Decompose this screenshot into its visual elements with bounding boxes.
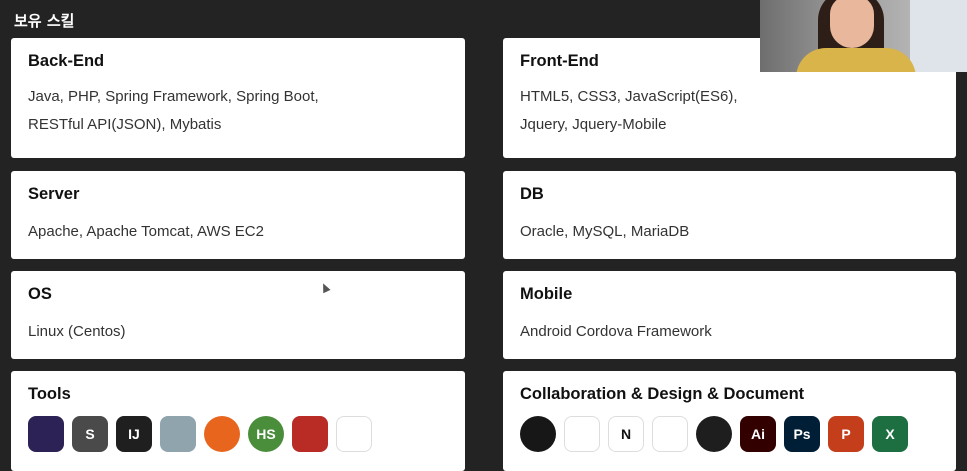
collab-icon-row: N Ai Ps P X [520,416,939,452]
notion-icon: N [608,416,644,452]
card-line: Linux (Centos) [28,323,126,340]
dbeaver-icon [160,416,196,452]
github-icon [520,416,556,452]
google-drive-icon [652,416,688,452]
card-body: Java, PHP, Spring Framework, Spring Boot… [28,83,448,139]
card-title: Mobile [520,285,573,303]
tools-icon-row: S IJ HS [28,416,448,452]
card-line: Android Cordova Framework [520,323,712,340]
card-line: RESTful API(JSON), Mybatis [28,116,222,133]
card-body: Oracle, MySQL, MariaDB [520,218,939,246]
tools-card: Tools S IJ HS [11,371,465,471]
db-card: DB Oracle, MySQL, MariaDB [503,171,956,259]
postman-icon [204,416,240,452]
background-window [910,0,967,72]
excel-icon: X [872,416,908,452]
hs-icon: HS [248,416,284,452]
photoshop-icon: Ps [784,416,820,452]
card-title: Collaboration & Design & Document [520,385,805,403]
sublime-text-icon: S [72,416,108,452]
slack-icon [564,416,600,452]
card-title: Back-End [28,52,105,70]
webcam-overlay [760,0,967,72]
illustrator-icon: Ai [740,416,776,452]
eclipse-icon [28,416,64,452]
backend-card: Back-End Java, PHP, Spring Framework, Sp… [11,38,465,158]
card-body: HTML5, CSS3, JavaScript(ES6), Jquery, Jq… [520,83,939,139]
mobile-card: Mobile Android Cordova Framework [503,271,956,359]
card-line: HTML5, CSS3, JavaScript(ES6), [520,88,738,105]
presenter-face [830,0,874,48]
filezilla-icon [292,416,328,452]
intellij-icon: IJ [116,416,152,452]
presenter-shirt [796,48,916,72]
collab-card: Collaboration & Design & Document N Ai Ps P… [503,371,956,471]
card-line: Jquery, Jquery-Mobile [520,116,667,133]
card-title: OS [28,285,52,303]
figma-icon [696,416,732,452]
os-card: OS Linux (Centos) [11,271,465,359]
card-title: Server [28,185,80,203]
card-title: DB [520,185,544,203]
card-body: Android Cordova Framework [520,318,939,346]
card-body: Apache, Apache Tomcat, AWS EC2 [28,218,448,246]
unity-icon [336,416,372,452]
card-line: Apache, Apache Tomcat, AWS EC2 [28,223,264,240]
card-body: Linux (Centos) [28,318,448,346]
section-title: 보유 스킬 [14,12,75,30]
server-card: Server Apache, Apache Tomcat, AWS EC2 [11,171,465,259]
card-title: Tools [28,385,71,403]
powerpoint-icon: P [828,416,864,452]
card-line: Oracle, MySQL, MariaDB [520,223,690,240]
card-line: Java, PHP, Spring Framework, Spring Boot… [28,88,319,105]
